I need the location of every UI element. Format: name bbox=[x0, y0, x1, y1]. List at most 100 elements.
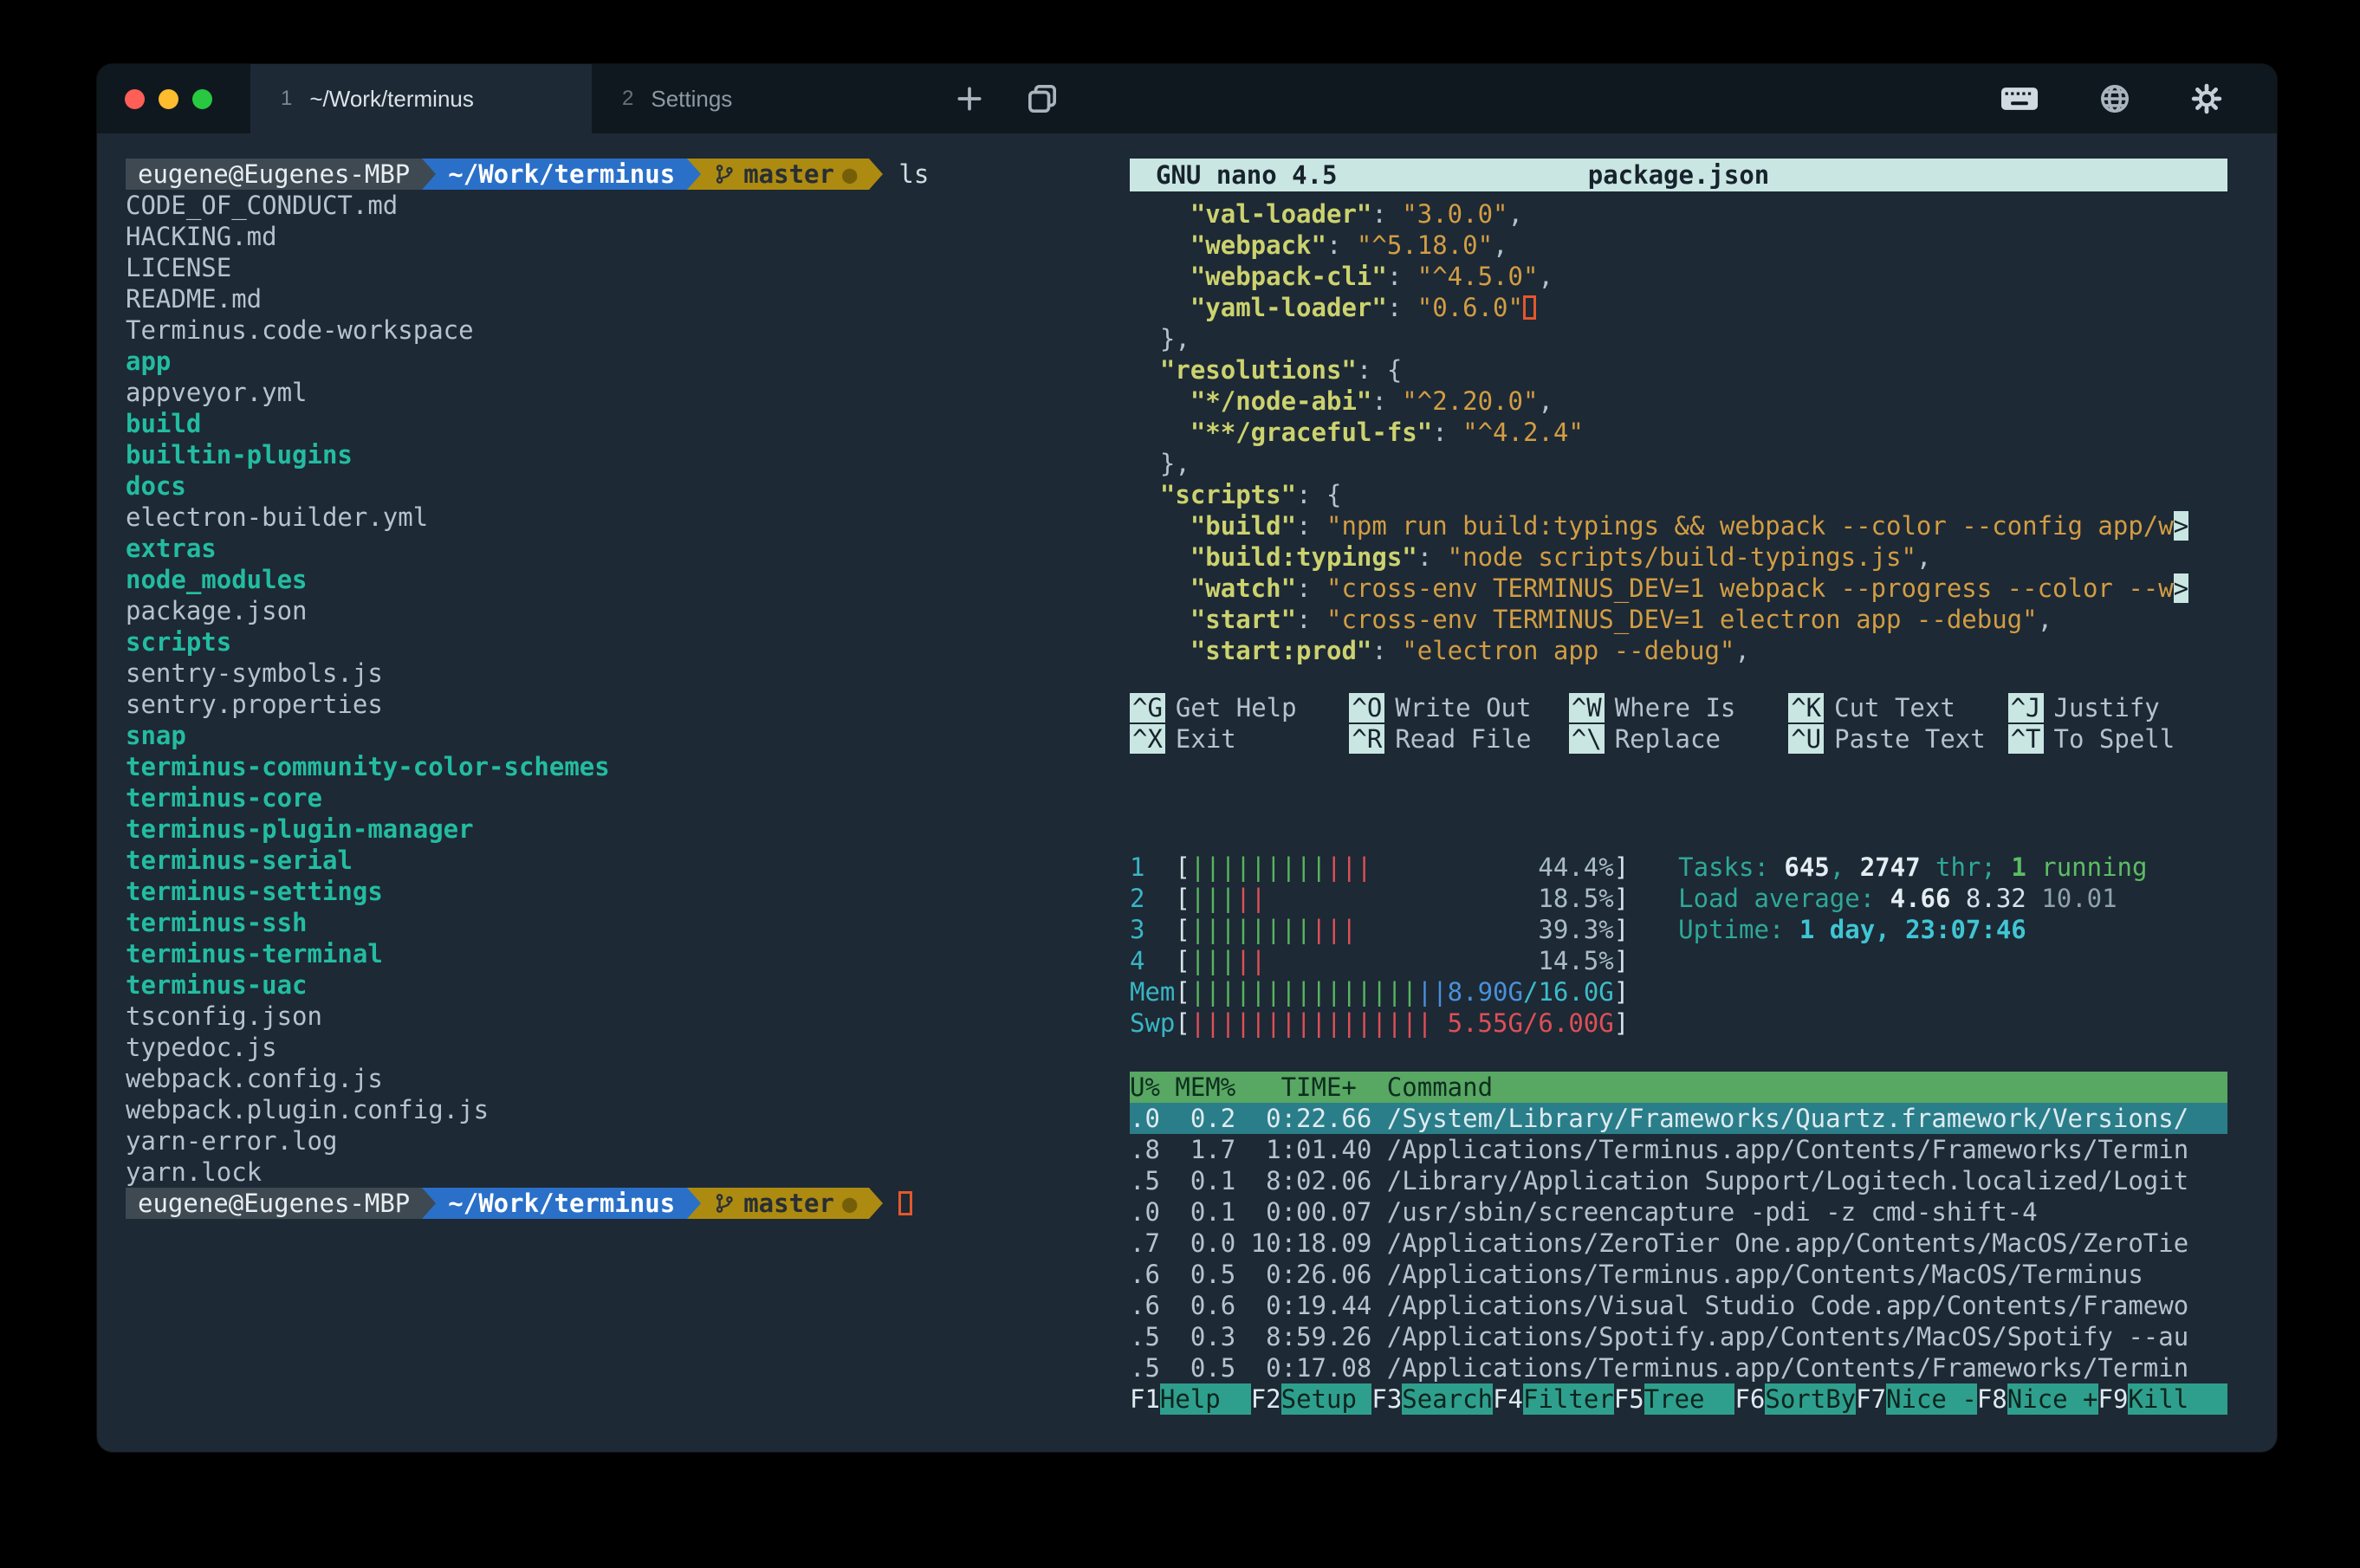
text-segment-cur bbox=[1523, 295, 1536, 320]
htop-stats: Tasks: 645, 2747 thr; 1 runningLoad aver… bbox=[1678, 852, 2147, 1039]
text-segment-p: : bbox=[1371, 386, 1402, 416]
nano-shortcut[interactable]: ^WWhere Is bbox=[1569, 692, 1788, 723]
text-segment-k: "resolutions" bbox=[1160, 355, 1357, 385]
meter-ticks: ||||| bbox=[1190, 883, 1266, 914]
process-table-header[interactable]: U% MEM% TIME+ Command bbox=[1130, 1072, 2227, 1103]
meter-label: 2 bbox=[1130, 883, 1175, 914]
prompt-user-segment: eugene@Eugenes-MBP bbox=[126, 159, 422, 190]
nano-shortcut[interactable]: ^OWrite Out bbox=[1349, 692, 1568, 723]
directory-name: terminus-core bbox=[126, 782, 1130, 813]
file-name: CODE_OF_CONDUCT.md bbox=[126, 190, 1130, 221]
nano-shortcut[interactable]: ^T To Spell bbox=[2008, 723, 2227, 755]
process-row[interactable]: .6 0.5 0:26.06 /Applications/Terminus.ap… bbox=[1130, 1259, 2227, 1290]
file-list: CODE_OF_CONDUCT.mdHACKING.mdLICENSEREADM… bbox=[126, 190, 1130, 1188]
nano-line: "start:prod": "electron app --debug", bbox=[1130, 635, 2227, 666]
overlap-windows-icon bbox=[1025, 81, 1060, 116]
text-segment-s: "npm run build:typings && webpack --colo… bbox=[1326, 511, 2174, 541]
text-segment-p: : bbox=[1296, 511, 1326, 541]
fkey-button-f4[interactable]: F4Filter bbox=[1493, 1383, 1614, 1415]
fkey-button-f7[interactable]: F7Nice - bbox=[1856, 1383, 1977, 1415]
text-segment-lbl: Tasks: bbox=[1678, 852, 1784, 882]
meter-row: 1 [||||||||||||44.4%] bbox=[1130, 852, 1629, 883]
fkey-number: F3 bbox=[1371, 1383, 1402, 1415]
shortcut-label: To Spell bbox=[2054, 724, 2175, 754]
maximize-button[interactable] bbox=[192, 89, 212, 109]
meter-close-bracket: ] bbox=[1614, 914, 1629, 945]
nano-shortcut[interactable]: ^JJustify bbox=[2008, 692, 2227, 723]
text-segment-p: : { bbox=[1296, 480, 1341, 509]
shortcut-key: ^T bbox=[2008, 724, 2044, 754]
process-row[interactable]: .5 0.5 0:17.08 /Applications/Terminus.ap… bbox=[1130, 1352, 2227, 1383]
htop-fkey-bar: F1Help F2Setup F3SearchF4FilterF5Tree F6… bbox=[1130, 1383, 2227, 1415]
new-window-button[interactable] bbox=[1006, 64, 1079, 133]
terminal-pane-right[interactable]: GNU nano 4.5 package.json "val-loader": … bbox=[1130, 159, 2227, 1452]
close-button[interactable] bbox=[125, 89, 145, 109]
shortcut-label: Cut Text bbox=[1834, 693, 1955, 722]
nano-shortcut[interactable]: ^\Replace bbox=[1569, 723, 1788, 755]
nano-shortcut[interactable]: ^XExit bbox=[1130, 723, 1349, 755]
fkey-number: F7 bbox=[1856, 1383, 1886, 1415]
fkey-button-f9[interactable]: F9Kill bbox=[2098, 1383, 2220, 1415]
fkey-button-f8[interactable]: F8Nice + bbox=[1977, 1383, 2098, 1415]
meter-close-bracket: ] bbox=[1614, 852, 1629, 883]
fkey-label: Search bbox=[1402, 1383, 1493, 1415]
text-segment-p bbox=[1130, 262, 1190, 291]
fkey-label: SortBy bbox=[1765, 1383, 1856, 1415]
text-segment-gr: running bbox=[2026, 852, 2148, 882]
prompt-path-segment: ~/Work/terminus bbox=[436, 1188, 687, 1219]
process-row[interactable]: .5 0.1 8:02.06 /Library/Application Supp… bbox=[1130, 1165, 2227, 1196]
file-name: LICENSE bbox=[126, 252, 1130, 283]
fkey-button-f5[interactable]: F5Tree bbox=[1614, 1383, 1735, 1415]
fkey-button-f2[interactable]: F2Setup bbox=[1251, 1383, 1372, 1415]
process-row[interactable]: .0 0.2 0:22.66 /System/Library/Framework… bbox=[1130, 1103, 2227, 1134]
process-row[interactable]: .5 0.3 8:59.26 /Applications/Spotify.app… bbox=[1130, 1321, 2227, 1352]
tab-work-terminus[interactable]: 1 ~/Work/terminus bbox=[250, 64, 592, 133]
directory-name: extras bbox=[126, 533, 1130, 564]
directory-name: docs bbox=[126, 470, 1130, 502]
nano-shortcut[interactable]: ^UPaste Text bbox=[1788, 723, 2007, 755]
meter-ticks: |||||||||||| bbox=[1190, 852, 1372, 883]
text-segment-r: |||||||||||||||| bbox=[1190, 1008, 1432, 1038]
process-row[interactable]: .7 0.0 10:18.09 /Applications/ZeroTier O… bbox=[1130, 1228, 2227, 1259]
meter-bar: |||||14.5% bbox=[1190, 945, 1614, 976]
git-status-dot: ● bbox=[842, 159, 857, 190]
fkey-number: F1 bbox=[1130, 1383, 1160, 1415]
fkey-button-f1[interactable]: F1Help bbox=[1130, 1383, 1251, 1415]
new-tab-button[interactable] bbox=[933, 64, 1006, 133]
minimize-button[interactable] bbox=[159, 89, 178, 109]
text-segment-more: > bbox=[2174, 573, 2188, 603]
nano-shortcut[interactable]: ^KCut Text bbox=[1788, 692, 2007, 723]
process-row[interactable]: .0 0.1 0:00.07 /usr/sbin/screencapture -… bbox=[1130, 1196, 2227, 1228]
meter-row: Swp[||||||||||||||||5.55G/6.00G] bbox=[1130, 1008, 1629, 1039]
file-name: package.json bbox=[126, 595, 1130, 626]
terminal-pane-left[interactable]: eugene@Eugenes-MBP ~/Work/terminus maste… bbox=[126, 159, 1130, 1452]
text-segment-p bbox=[1130, 199, 1190, 229]
directory-name: snap bbox=[126, 720, 1130, 751]
keyboard-shortcuts-button[interactable] bbox=[1981, 86, 2059, 112]
directory-name: build bbox=[126, 408, 1130, 439]
directory-name: scripts bbox=[126, 626, 1130, 658]
nano-buffer[interactable]: "val-loader": "3.0.0", "webpack": "^5.18… bbox=[1130, 198, 2227, 666]
nano-shortcut[interactable]: ^GGet Help bbox=[1130, 692, 1349, 723]
tab-settings[interactable]: 2 Settings bbox=[592, 64, 933, 133]
settings-button[interactable] bbox=[2171, 82, 2242, 115]
shortcut-label: Exit bbox=[1176, 724, 1236, 754]
text-segment-p bbox=[1130, 418, 1190, 447]
stat-line: Tasks: 645, 2747 thr; 1 running bbox=[1678, 852, 2147, 883]
nano-shortcut[interactable]: ^RRead File bbox=[1349, 723, 1568, 755]
text-segment-p: , bbox=[1538, 386, 1553, 416]
terminal-content: eugene@Eugenes-MBP ~/Work/terminus maste… bbox=[97, 133, 2277, 1452]
file-name: Terminus.code-workspace bbox=[126, 314, 1130, 346]
fkey-label: Tree bbox=[1644, 1383, 1735, 1415]
text-segment-p: , bbox=[1734, 636, 1749, 665]
text-segment-pct: 44.4% bbox=[1538, 852, 1613, 882]
fkey-filler bbox=[2219, 1383, 2227, 1415]
text-segment-lbl: Load average: bbox=[1678, 884, 1890, 913]
process-row[interactable]: .6 0.6 0:19.44 /Applications/Visual Stud… bbox=[1130, 1290, 2227, 1321]
fkey-label: Help bbox=[1160, 1383, 1251, 1415]
process-row[interactable]: .8 1.7 1:01.40 /Applications/Terminus.ap… bbox=[1130, 1134, 2227, 1165]
fkey-button-f6[interactable]: F6SortBy bbox=[1734, 1383, 1856, 1415]
fkey-button-f3[interactable]: F3Search bbox=[1371, 1383, 1493, 1415]
web-button[interactable] bbox=[2079, 82, 2150, 115]
text-segment-r: || bbox=[1235, 884, 1266, 913]
